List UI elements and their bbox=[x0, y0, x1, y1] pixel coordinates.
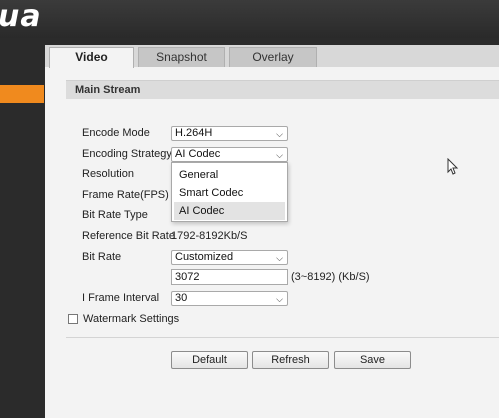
divider bbox=[66, 337, 499, 338]
frame-rate-label: Frame Rate(FPS) bbox=[82, 189, 169, 201]
dropdown-option-general[interactable]: General bbox=[174, 166, 285, 184]
i-frame-interval-value: 30 bbox=[175, 292, 188, 304]
encode-mode-select[interactable]: H.264H ⌵ bbox=[171, 126, 288, 141]
text-cursor-icon bbox=[447, 158, 459, 175]
top-bar: ua bbox=[0, 0, 499, 38]
dropdown-option-smart-codec[interactable]: Smart Codec bbox=[174, 184, 285, 202]
dropdown-option-ai-codec[interactable]: AI Codec bbox=[174, 202, 285, 220]
default-button[interactable]: Default bbox=[171, 351, 248, 369]
section-title: Main Stream bbox=[66, 80, 499, 99]
bit-rate-select[interactable]: Customized ⌵ bbox=[171, 250, 288, 265]
i-frame-interval-label: I Frame Interval bbox=[82, 292, 160, 304]
save-button[interactable]: Save bbox=[334, 351, 411, 369]
resolution-label: Resolution bbox=[82, 168, 134, 180]
bit-rate-range-hint: (3~8192) (Kb/S) bbox=[291, 271, 370, 283]
tab-overlay[interactable]: Overlay bbox=[229, 47, 317, 67]
brand-logo: ua bbox=[0, 0, 42, 34]
encoding-strategy-label: Encoding Strategy bbox=[82, 148, 172, 160]
chevron-down-icon: ⌵ bbox=[276, 150, 283, 160]
bit-rate-input[interactable]: 3072 bbox=[171, 269, 288, 285]
encode-mode-value: H.264H bbox=[175, 127, 213, 139]
chevron-down-icon: ⌵ bbox=[276, 294, 283, 304]
encode-mode-label: Encode Mode bbox=[82, 127, 150, 139]
watermark-checkbox[interactable] bbox=[68, 314, 78, 324]
i-frame-interval-select[interactable]: 30 ⌵ bbox=[171, 291, 288, 306]
reference-bit-rate-value: 1792-8192Kb/S bbox=[171, 230, 248, 242]
chevron-down-icon: ⌵ bbox=[276, 129, 283, 139]
bit-rate-label: Bit Rate bbox=[82, 251, 122, 263]
chevron-down-icon: ⌵ bbox=[276, 253, 283, 263]
tab-video[interactable]: Video bbox=[49, 47, 134, 68]
reference-bit-rate-label: Reference Bit Rate bbox=[82, 230, 175, 242]
tab-snapshot[interactable]: Snapshot bbox=[138, 47, 225, 67]
sidebar-item-active[interactable] bbox=[0, 85, 44, 103]
encoding-strategy-value: AI Codec bbox=[175, 148, 221, 160]
refresh-button[interactable]: Refresh bbox=[252, 351, 329, 369]
encoding-strategy-dropdown: General Smart Codec AI Codec bbox=[171, 162, 288, 222]
bit-rate-value: Customized bbox=[175, 251, 234, 263]
watermark-label: Watermark Settings bbox=[83, 313, 180, 325]
encoding-strategy-select[interactable]: AI Codec ⌵ bbox=[171, 147, 288, 162]
bit-rate-type-label: Bit Rate Type bbox=[82, 209, 148, 221]
